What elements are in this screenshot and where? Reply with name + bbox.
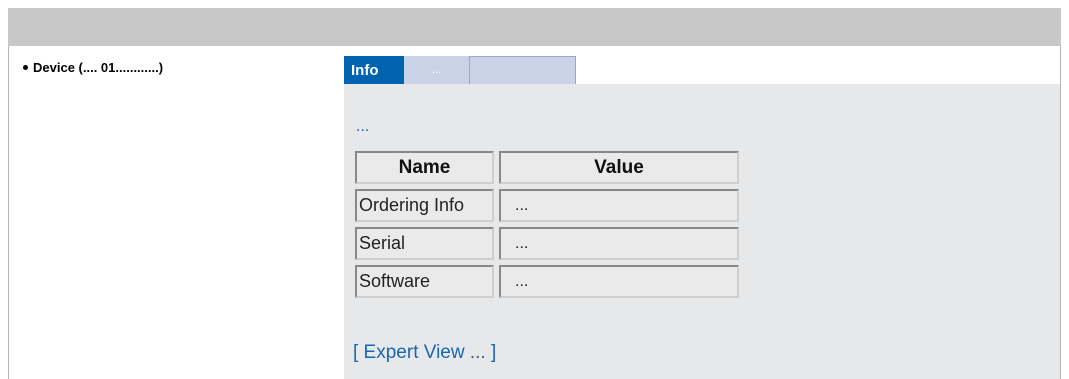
table-row: Serial ... [355,227,739,260]
tab-info[interactable]: Info [344,56,404,84]
info-table: Name Value Ordering Info ... Serial ... … [350,146,744,303]
table-row: Ordering Info ... [355,189,739,222]
info-panel: ... Name Value Ordering Info ... Serial … [344,84,1060,379]
expert-view-link[interactable]: [ Expert View ... ] [353,342,496,364]
sidebar-item-label: Device (.... 01............) [33,60,164,75]
row-value-cell: ... [499,227,739,260]
top-header-bar [8,8,1061,46]
sidebar-item-device[interactable]: Device (.... 01............) [23,60,163,75]
tab-bar: Info ... [344,56,576,84]
bullet-icon [23,65,28,70]
panel-link[interactable]: ... [356,118,369,136]
column-header-name: Name [355,151,494,184]
row-name-cell: Ordering Info [355,189,494,222]
row-value-cell: ... [499,265,739,298]
row-value-cell: ... [499,189,739,222]
table-row: Software ... [355,265,739,298]
sidebar: Device (.... 01............) [8,46,342,379]
tab-empty[interactable] [470,56,576,84]
main-content: Info ... ... Name Value Ordering Info ..… [342,46,1061,379]
table-header-row: Name Value [355,151,739,184]
row-name-cell: Serial [355,227,494,260]
row-name-cell: Software [355,265,494,298]
tab-more[interactable]: ... [404,56,470,84]
column-header-value: Value [499,151,739,184]
